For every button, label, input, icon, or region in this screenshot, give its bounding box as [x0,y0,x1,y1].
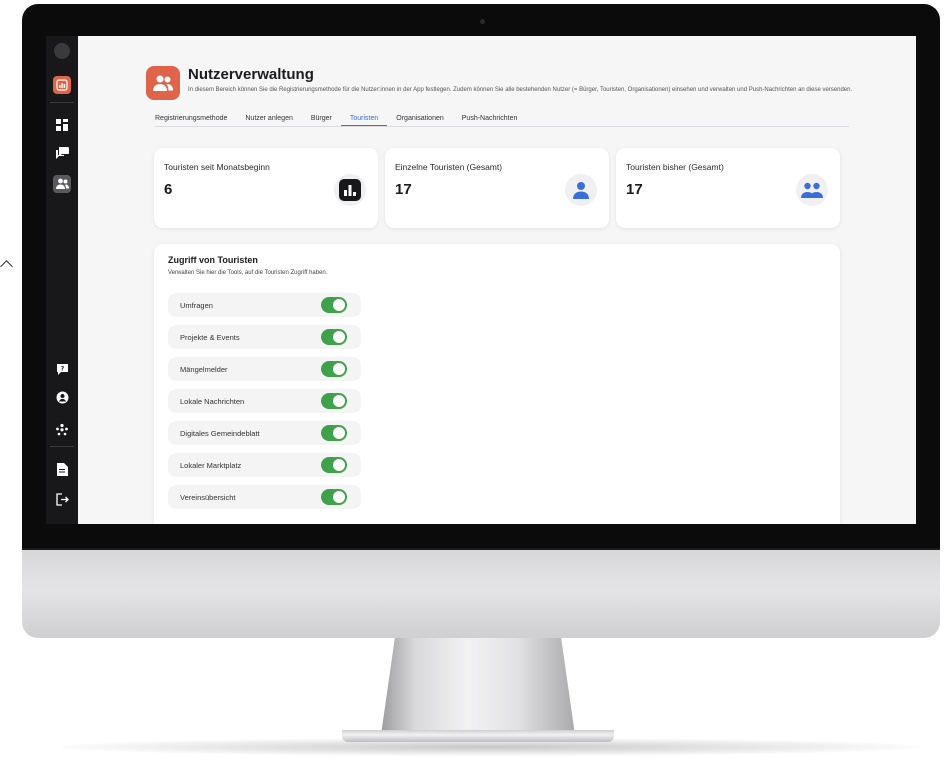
svg-text:?: ? [60,365,64,372]
community-icon[interactable] [53,420,71,438]
marktplatz-toggle[interactable] [321,457,347,473]
stat-card-monthly: Touristen seit Monatsbeginn 6 [154,148,378,228]
tab-organisationen[interactable]: Organisationen [387,114,452,125]
tab-registrierungsmethode[interactable]: Registrierungsmethode [155,114,236,125]
tool-row-maengelmelder: Mängelmelder [168,357,361,381]
access-title: Zugriff von Touristen [168,255,258,265]
tool-row-vereinsuebersicht: Vereinsübersicht [168,485,361,509]
users-icon [796,174,828,206]
tool-row-gemeindeblatt: Digitales Gemeindeblatt [168,421,361,445]
toggle-knob [333,331,345,343]
page-title: Nutzerverwaltung [188,66,314,83]
tool-row-marktplatz: Lokaler Marktplatz [168,453,361,477]
edge-mark [0,260,13,273]
gemeindeblatt-toggle[interactable] [321,425,347,441]
toggle-knob [333,427,345,439]
toggle-knob [333,459,345,471]
tab-bar: Registrierungsmethode Nutzer anlegen Bür… [155,114,849,127]
maengelmelder-toggle[interactable] [321,361,347,377]
document-icon[interactable] [53,460,71,478]
toggle-knob [333,363,345,375]
sidebar-divider [50,446,74,447]
user-icon [565,174,597,206]
vereinsuebersicht-toggle[interactable] [321,489,347,505]
chart-icon [334,174,366,206]
help-icon[interactable]: ? [53,360,71,378]
tool-label: Umfragen [180,301,213,310]
tab-buerger[interactable]: Bürger [302,114,341,125]
stat-label: Touristen bisher (Gesamt) [626,162,724,172]
toggle-knob [333,491,345,503]
page-description: In diesem Bereich können Sie die Registr… [188,87,853,93]
users-header-icon [146,66,180,100]
monitor-screen: ? Nutzerverwaltung In diesem Bereich kön… [46,36,916,524]
tool-row-projekte-events: Projekte & Events [168,325,361,349]
dashboard-icon[interactable] [53,116,71,134]
tool-label: Mängelmelder [180,365,228,374]
tool-label: Lokale Nachrichten [180,397,245,406]
profile-icon[interactable] [53,388,71,406]
tool-label: Lokaler Marktplatz [180,461,242,470]
tab-touristen[interactable]: Touristen [340,114,388,126]
access-card: Zugriff von Touristen Verwalten Sie hier… [154,244,840,524]
access-description: Verwalten Sie hier die Tools, auf die To… [168,270,328,276]
camera-dot [480,19,485,24]
tab-nutzer-anlegen[interactable]: Nutzer anlegen [236,114,301,125]
monitor-stand [380,632,576,742]
stat-card-total: Touristen bisher (Gesamt) 17 [616,148,840,228]
tool-row-lokale-nachrichten: Lokale Nachrichten [168,389,361,413]
chat-icon[interactable] [53,144,71,162]
logout-icon[interactable] [53,490,71,508]
toggle-knob [333,395,345,407]
main-content: Nutzerverwaltung In diesem Bereich könne… [78,36,916,524]
tab-push-nachrichten[interactable]: Push-Nachrichten [453,114,527,125]
projekte-events-toggle[interactable] [321,329,347,345]
sidebar-divider [50,102,74,103]
stat-value: 6 [164,181,173,198]
stat-value: 17 [626,181,643,198]
tool-label: Digitales Gemeindeblatt [180,429,260,438]
stat-card-single: Einzelne Touristen (Gesamt) 17 [385,148,609,228]
analytics-icon[interactable] [53,76,71,94]
lokale-nachrichten-toggle[interactable] [321,393,347,409]
tool-label: Projekte & Events [180,333,240,342]
toggle-knob [333,299,345,311]
umfragen-toggle[interactable] [321,297,347,313]
users-icon[interactable] [53,175,71,193]
stat-label: Einzelne Touristen (Gesamt) [395,162,503,172]
tool-row-umfragen: Umfragen [168,293,361,317]
avatar-icon[interactable] [53,42,71,60]
stat-label: Touristen seit Monatsbeginn [164,162,270,172]
tool-label: Vereinsübersicht [180,493,236,502]
stat-value: 17 [395,181,412,198]
monitor-stand-base [342,730,614,742]
monitor-chin [22,548,940,638]
sidebar: ? [46,36,78,524]
